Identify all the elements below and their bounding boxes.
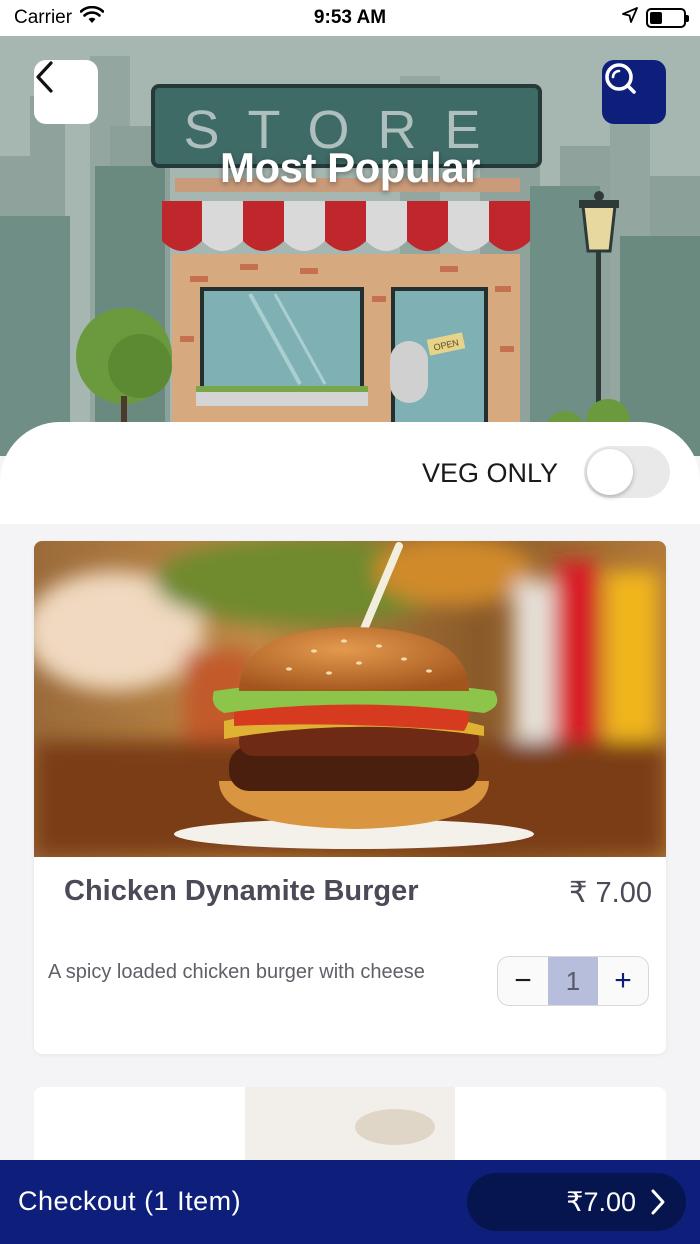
location-arrow-icon [622, 7, 638, 29]
battery-icon [646, 8, 689, 28]
veg-only-toggle[interactable] [584, 446, 670, 498]
carrier-name: Carrier [14, 7, 73, 28]
veg-only-label: VEG ONLY [421, 458, 558, 488]
increment-button[interactable]: + [598, 957, 648, 1005]
hero-header: STORE OPEN Most Popular [0, 36, 700, 456]
search-button[interactable] [602, 60, 666, 124]
status-time: 9:53 AM [313, 7, 387, 28]
status-left: Carrier [14, 5, 105, 30]
product-name: Chicken Dynamite Burger [64, 875, 419, 907]
status-right [622, 7, 689, 29]
store-illustration: STORE OPEN [0, 36, 700, 456]
wifi-icon [79, 5, 105, 30]
product-description: A spicy loaded chicken burger with chees… [48, 961, 425, 983]
checkout-bar[interactable]: Checkout (1 Item) ₹7.00 [0, 1160, 700, 1244]
checkout-button[interactable]: ₹7.00 [467, 1173, 686, 1231]
veg-filter-panel: VEG ONLY [0, 422, 700, 524]
product-price: ₹ 7.00 [569, 877, 652, 909]
product-image [34, 541, 666, 857]
chevron-right-icon [650, 1188, 666, 1221]
back-button[interactable] [34, 60, 98, 124]
decrement-button[interactable]: − [498, 957, 548, 1005]
checkout-total: ₹7.00 [566, 1186, 636, 1217]
product-card[interactable]: Chicken Dynamite Burger ₹ 7.00 A spicy l… [34, 541, 666, 1054]
toggle-knob [587, 449, 633, 495]
status-bar: Carrier 9:53 AM [0, 0, 700, 36]
checkout-label: Checkout (1 Item) [18, 1186, 242, 1216]
page-title: Most Popular [219, 144, 481, 191]
quantity-stepper: − 1 + [497, 956, 649, 1006]
quantity-value: 1 [548, 957, 598, 1005]
